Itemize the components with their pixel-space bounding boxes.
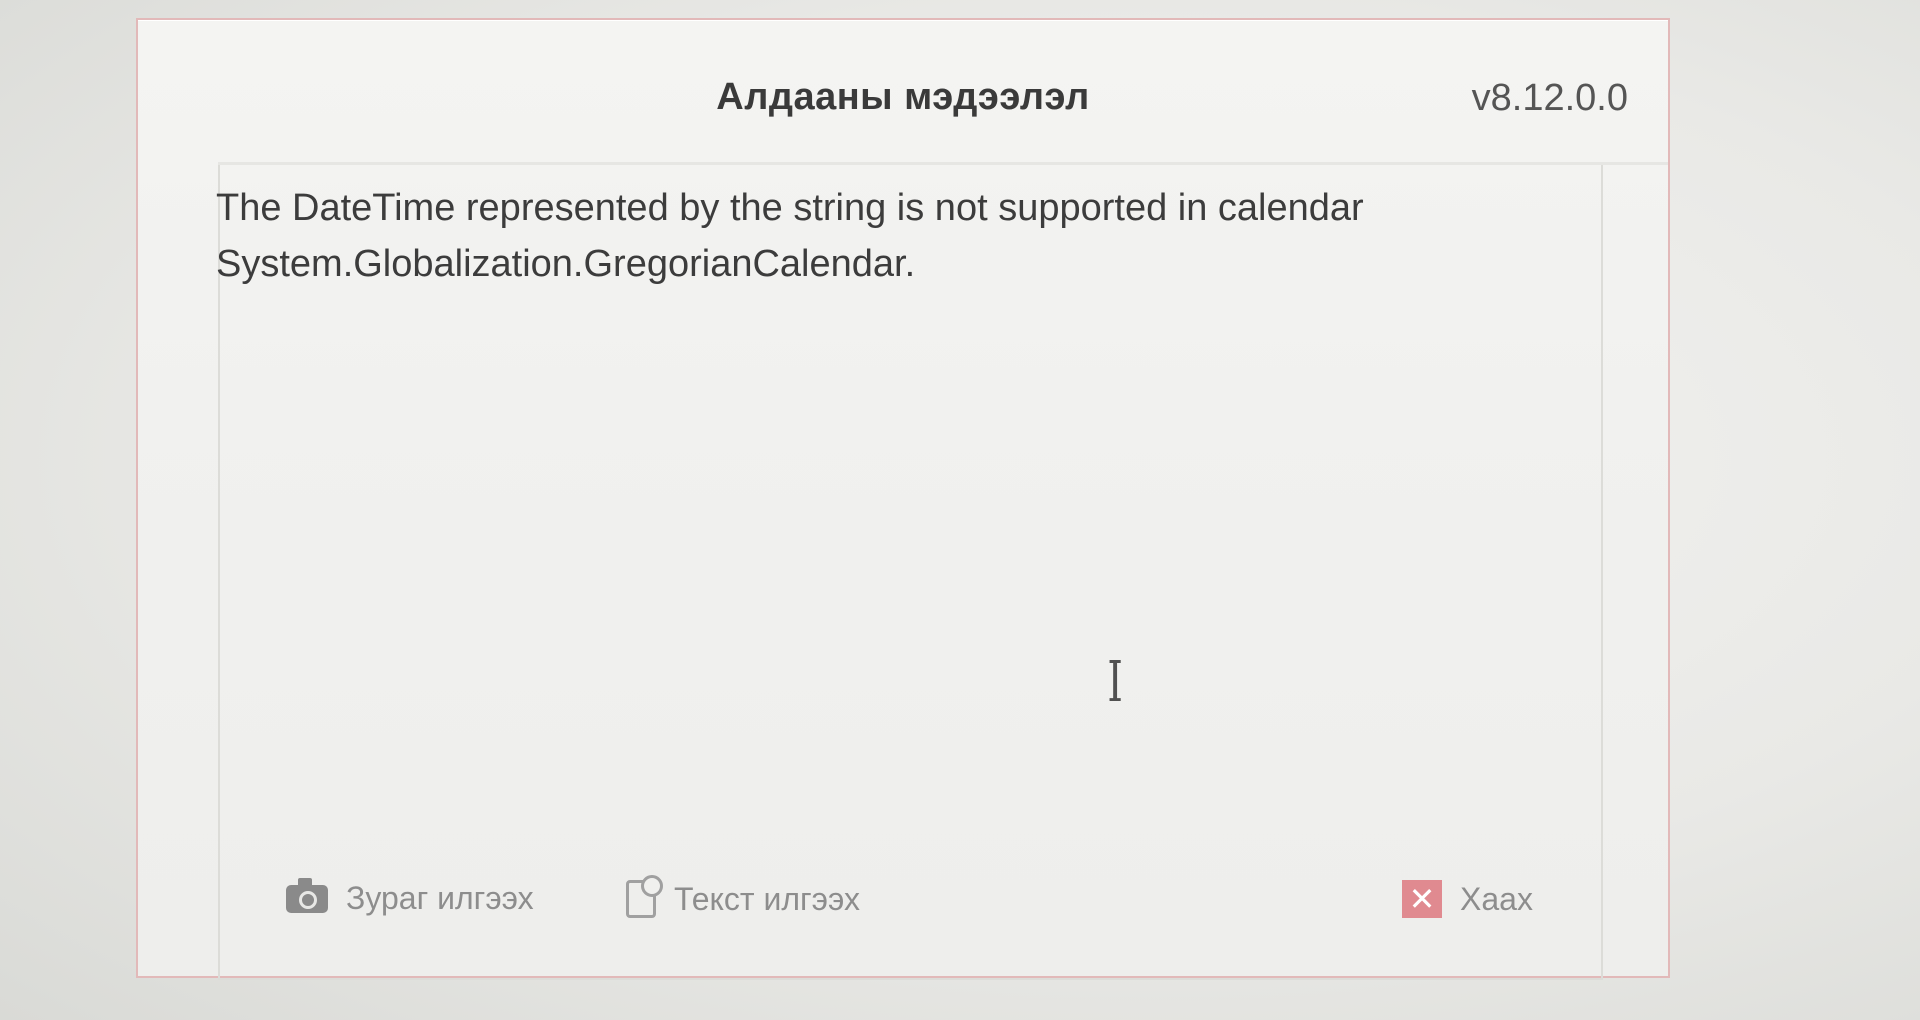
camera-icon xyxy=(286,877,328,913)
send-image-label: Зураг илгээх xyxy=(346,880,534,916)
send-text-label: Текст илгээх xyxy=(674,880,860,917)
dialog-header: Алдааны мэдээлэл v8.12.0.0 xyxy=(138,20,1668,165)
dialog-footer: Зураг илгээх Текст илгээх ✕ Хаах xyxy=(138,875,1668,950)
close-icon: ✕ xyxy=(1402,880,1442,918)
dialog-title: Алдааны мэдээлэл xyxy=(716,76,1090,118)
send-text-button[interactable]: Текст илгээх xyxy=(626,875,860,918)
close-button[interactable]: ✕ Хаах xyxy=(1402,880,1533,918)
document-icon xyxy=(626,875,663,918)
version-label: v8.12.0.0 xyxy=(1471,77,1628,119)
error-dialog: Алдааны мэдээлэл v8.12.0.0 The DateTime … xyxy=(136,18,1670,980)
send-image-button[interactable]: Зураг илгээх xyxy=(286,877,534,917)
text-cursor-icon: I xyxy=(1107,650,1123,715)
error-message[interactable]: The DateTime represented by the string i… xyxy=(216,180,1516,292)
close-label: Хаах xyxy=(1460,880,1533,917)
